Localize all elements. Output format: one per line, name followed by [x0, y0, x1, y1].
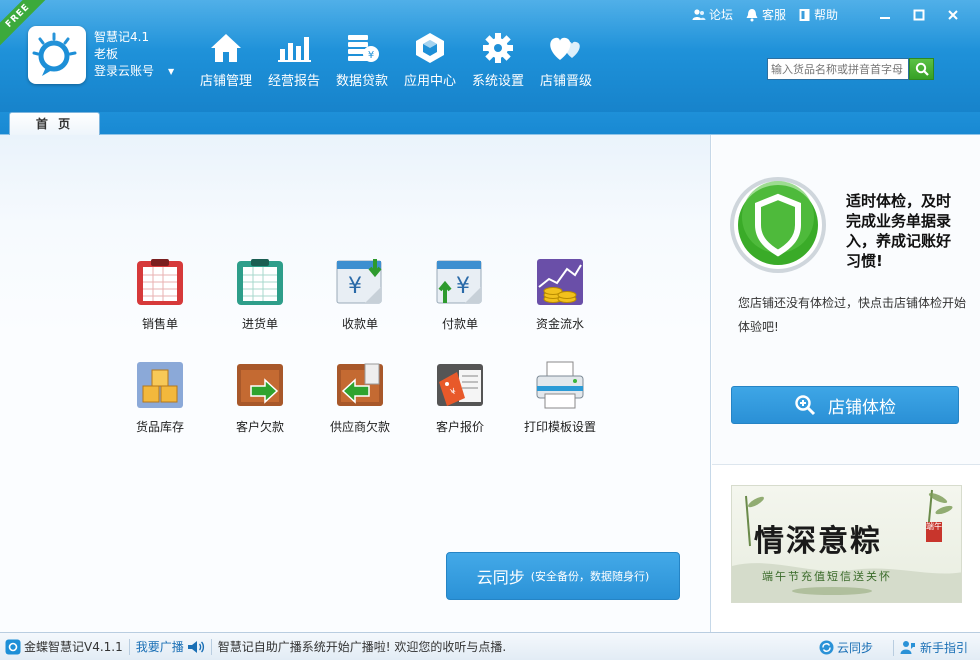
guide-person-icon	[900, 641, 915, 654]
tile-sales-order[interactable]: 销售单	[110, 257, 210, 332]
function-grid: 销售单 进货单 ¥ 收款单 ¥ 付款单 资金流水 货品库存 客户欠款 供应商欠款…	[110, 257, 610, 435]
home-panel: 销售单 进货单 ¥ 收款单 ¥ 付款单 资金流水 货品库存 客户欠款 供应商欠款…	[0, 135, 711, 632]
purchase-order-icon	[235, 257, 285, 307]
svg-text:¥: ¥	[348, 274, 362, 299]
status-bar: 金蝶智慧记V4.1.1 我要广播 智慧记自助广播系统开始广播啦! 欢迎您的收听与…	[0, 632, 980, 660]
store-icon	[192, 30, 260, 66]
minimize-button[interactable]	[868, 4, 902, 26]
lightbulb-logo-icon	[32, 32, 77, 76]
sales-order-icon	[135, 257, 185, 307]
nav-store-management[interactable]: 店铺管理	[192, 30, 260, 89]
speaker-icon	[187, 640, 204, 653]
nav-app-center[interactable]: 应用中心	[396, 30, 464, 89]
dragon-boat-promo-banner[interactable]: 情深意粽 端午节充值短信送关怀 端午	[731, 485, 962, 603]
tile-payment[interactable]: ¥ 付款单	[410, 257, 510, 332]
top-links: 论坛 客服 帮助	[692, 6, 850, 23]
forum-users-icon	[692, 8, 706, 20]
maximize-button[interactable]	[902, 4, 936, 26]
cloud-sync-button[interactable]: 云同步 (安全备份，数据随身行)	[446, 552, 680, 600]
support-bell-icon	[746, 8, 758, 21]
tile-cash-flow[interactable]: 资金流水	[510, 257, 610, 332]
nav-store-upgrade[interactable]: 店铺晋级	[532, 30, 600, 89]
search-button[interactable]	[909, 58, 934, 80]
svg-text:¥: ¥	[456, 274, 470, 299]
magnifier-plus-icon	[795, 395, 816, 416]
nav-data-loan[interactable]: ¥ 数据贷款	[328, 30, 396, 89]
app-small-logo-icon	[5, 639, 21, 654]
store-checkup-panel: 适时体检，及时完成业务单据录入，养成记账好习惯! 您店铺还没有体检过，快点击店铺…	[712, 135, 980, 465]
title-bar: FREE 智慧记4.1 老板 登录云账号 ▼ 店铺管理 经营报告 ¥ 数据贷款 …	[0, 0, 980, 112]
tile-print-template[interactable]: 打印模板设置	[510, 360, 610, 435]
search-input[interactable]	[767, 58, 909, 80]
checkup-title: 适时体检，及时完成业务单据录入，养成记账好习惯!	[846, 192, 952, 270]
sync-icon	[819, 640, 834, 655]
app-logo	[28, 26, 86, 84]
loan-icon: ¥	[328, 30, 396, 66]
tile-customer-debt[interactable]: 客户欠款	[210, 360, 310, 435]
gear-icon	[464, 30, 532, 66]
checkup-description: 您店铺还没有体检过，快点击店铺体检开始体验吧!	[738, 296, 967, 334]
shield-icon	[728, 175, 828, 275]
nav-system-settings[interactable]: 系统设置	[464, 30, 532, 89]
bar-chart-icon	[260, 30, 328, 66]
user-name: 老板	[94, 47, 119, 61]
app-info: 智慧记4.1 老板 登录云账号 ▼	[94, 29, 174, 80]
tile-customer-quote[interactable]: ¥ 客户报价	[410, 360, 510, 435]
minimize-icon	[880, 17, 890, 19]
app-name: 智慧记4.1	[94, 30, 150, 44]
cash-flow-icon	[535, 257, 585, 307]
close-icon	[948, 10, 958, 20]
close-button[interactable]	[936, 4, 970, 26]
app-center-icon	[396, 30, 464, 66]
tile-receipt[interactable]: ¥ 收款单	[310, 257, 410, 332]
payment-icon: ¥	[435, 257, 485, 307]
login-cloud-account[interactable]: 登录云账号 ▼	[94, 63, 174, 80]
nav-business-report[interactable]: 经营报告	[260, 30, 328, 89]
store-checkup-button[interactable]: 店铺体检	[731, 386, 959, 424]
banner-headline: 情深意粽	[754, 524, 882, 559]
search-icon	[915, 62, 929, 76]
tile-inventory[interactable]: 货品库存	[110, 360, 210, 435]
svg-text:¥: ¥	[368, 50, 374, 61]
app-version: 金蝶智慧记V4.1.1	[5, 638, 123, 655]
customer-debt-icon	[235, 360, 285, 410]
supplier-debt-icon	[335, 360, 385, 410]
tile-purchase-order[interactable]: 进货单	[210, 257, 310, 332]
tab-strip: 首 页	[0, 112, 980, 135]
inventory-icon	[135, 360, 185, 410]
tile-supplier-debt[interactable]: 供应商欠款	[310, 360, 410, 435]
help-link[interactable]: 帮助	[798, 6, 838, 23]
status-right: 云同步 新手指引	[819, 639, 968, 656]
maximize-icon	[913, 9, 925, 21]
dropdown-caret-icon: ▼	[168, 67, 175, 76]
status-cloud-sync[interactable]: 云同步	[819, 639, 873, 656]
side-panel: 适时体检，及时完成业务单据录入，养成记账好习惯! 您店铺还没有体检过，快点击店铺…	[712, 135, 980, 632]
tab-home[interactable]: 首 页	[9, 112, 100, 135]
broadcast-message: 智慧记自助广播系统开始广播啦! 欢迎您的收听与点播.	[217, 640, 507, 654]
forum-link[interactable]: 论坛	[692, 6, 733, 23]
broadcast-link[interactable]: 我要广播	[136, 638, 205, 655]
banner-subline: 端午节充值短信送关怀	[762, 570, 892, 583]
support-link[interactable]: 客服	[745, 6, 786, 23]
customer-quote-icon: ¥	[435, 360, 485, 410]
banner-seal: 端午	[926, 522, 942, 542]
help-book-icon	[799, 8, 810, 21]
receipt-icon: ¥	[335, 257, 385, 307]
product-search	[767, 58, 934, 80]
window-controls	[868, 4, 970, 26]
main-nav: 店铺管理 经营报告 ¥ 数据贷款 应用中心 系统设置 店铺晋级	[192, 30, 600, 89]
printer-icon	[535, 360, 585, 410]
upgrade-hearts-icon	[532, 30, 600, 66]
beginner-guide[interactable]: 新手指引	[900, 639, 968, 656]
